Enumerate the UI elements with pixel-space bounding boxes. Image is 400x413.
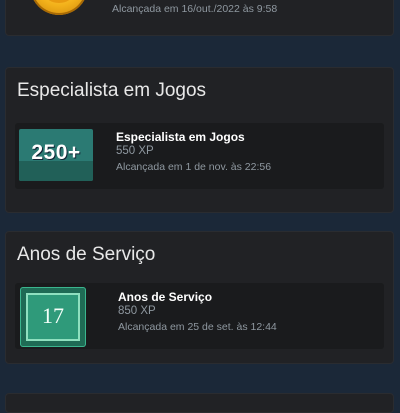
- coin-badge-icon: [28, 0, 90, 19]
- badge-earned-date: Alcançada em 16/out./2022 às 9:58: [112, 3, 278, 15]
- section-title: Especialista em Jogos: [17, 80, 207, 101]
- badge-earned-date: Alcançada em 25 de set. às 12:44: [118, 321, 277, 333]
- badge-name: Anos de Serviço: [118, 290, 213, 304]
- badge-xp: 850 XP: [118, 305, 156, 317]
- badge-row[interactable]: 250+ Especialista em Jogos 550 XP Alcanç…: [15, 123, 384, 189]
- badge-card-partial-bottom: [5, 393, 394, 413]
- section-title: Anos de Serviço: [17, 244, 156, 265]
- badge-section-game-specialist: Especialista em Jogos 250+ Especialista …: [5, 67, 394, 213]
- badge-row[interactable]: 17 Anos de Serviço 850 XP Alcançada em 2…: [15, 283, 384, 349]
- badge-section-years-of-service: Anos de Serviço 17 Anos de Serviço 850 X…: [5, 231, 394, 364]
- badge-card-partial: Alcançada em 16/out./2022 às 9:58: [5, 0, 394, 36]
- badge-name: Especialista em Jogos: [116, 130, 245, 144]
- badge-xp: 550 XP: [116, 145, 154, 157]
- 250-plus-badge-icon: 250+: [19, 129, 93, 181]
- badge-earned-date: Alcançada em 1 de nov. às 22:56: [116, 161, 272, 173]
- years-of-service-badge-icon: 17: [20, 287, 86, 347]
